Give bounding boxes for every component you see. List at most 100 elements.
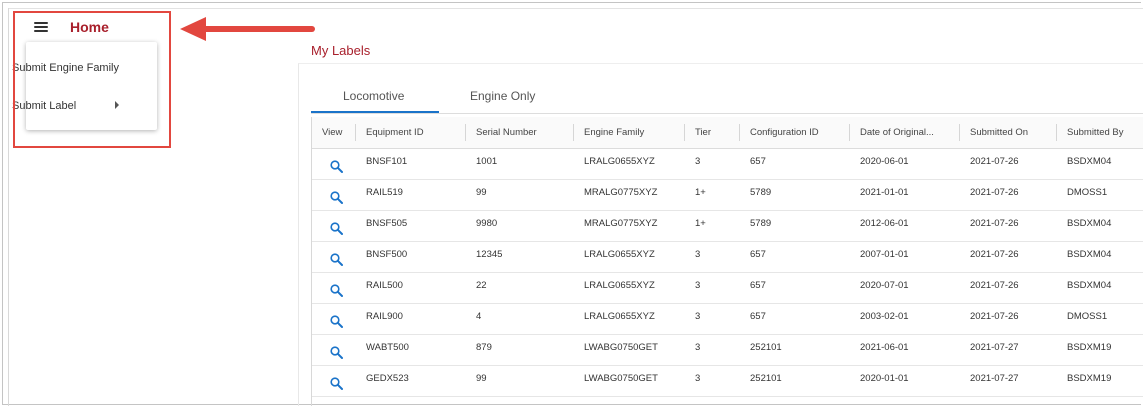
cell-submitted-on: 2021-07-26 (960, 241, 1057, 273)
cell-submitted-on: 2021-07-26 (960, 148, 1057, 180)
cell-tier: 1+ (685, 179, 740, 211)
cell-submitted-by: DMOSS1 (1057, 303, 1143, 335)
cell-serial-number: 99 (466, 179, 574, 211)
view-cell (312, 148, 356, 180)
cell-equipment-id: RAIL900 (356, 303, 466, 335)
column-header-equipment-id[interactable]: Equipment ID (356, 117, 466, 149)
labels-table-container: View Equipment ID Serial Number Engine F… (311, 117, 1143, 406)
cell-submitted-on: 2021-07-27 (960, 334, 1057, 366)
cell-submitted-by: BSDXM04 (1057, 241, 1143, 273)
top-divider (8, 8, 1143, 9)
cell-configuration-id: 657 (740, 303, 850, 335)
cell-submitted-by: DMOSS1 (1057, 179, 1143, 211)
cell-serial-number: 99 (466, 365, 574, 397)
cell-equipment-id: WABT500 (356, 334, 466, 366)
cell-configuration-id: 5789 (740, 179, 850, 211)
search-icon[interactable] (330, 160, 343, 176)
labels-table: View Equipment ID Serial Number Engine F… (312, 117, 1143, 397)
cell-tier: 3 (685, 334, 740, 366)
cell-date-of-original: 2020-07-01 (850, 272, 960, 304)
view-cell (312, 179, 356, 211)
annotation-arrow-icon (180, 17, 315, 41)
column-header-tier[interactable]: Tier (685, 117, 740, 149)
column-header-view[interactable]: View (312, 117, 356, 149)
cell-tier: 3 (685, 148, 740, 180)
cell-date-of-original: 2003-02-01 (850, 303, 960, 335)
cell-submitted-on: 2021-07-26 (960, 179, 1057, 211)
view-cell (312, 272, 356, 304)
cell-configuration-id: 657 (740, 148, 850, 180)
column-header-submitted-by[interactable]: Submitted By (1057, 117, 1143, 149)
cell-engine-family: MRALG0775XYZ (574, 179, 685, 211)
cell-submitted-by: BSDXM19 (1057, 334, 1143, 366)
table-body: BNSF101 1001 LRALG0655XYZ 3 657 2020-06-01 202… (312, 148, 1143, 397)
cell-serial-number: 9980 (466, 210, 574, 242)
cell-configuration-id: 5789 (740, 210, 850, 242)
cell-engine-family: LRALG0655XYZ (574, 148, 685, 180)
table-row: GEDX523 99 LWABG0750GET 3 252101 2020-01-01 20… (312, 365, 1143, 397)
cell-configuration-id: 657 (740, 241, 850, 273)
cell-equipment-id: BNSF505 (356, 210, 466, 242)
table-row: BNSF505 9980 MRALG0775XYZ 1+ 5789 2012-06-01 2… (312, 210, 1143, 242)
cell-engine-family: LRALG0655XYZ (574, 241, 685, 273)
search-icon[interactable] (330, 377, 343, 393)
view-cell (312, 241, 356, 273)
panel-title: My Labels (311, 43, 371, 58)
table-row: RAIL519 99 MRALG0775XYZ 1+ 5789 2021-01-01 202… (312, 179, 1143, 211)
cell-tier: 3 (685, 272, 740, 304)
tab-locomotive[interactable]: Locomotive (343, 89, 404, 103)
search-icon[interactable] (330, 191, 343, 207)
cell-serial-number: 12345 (466, 241, 574, 273)
search-icon[interactable] (330, 284, 343, 300)
cell-submitted-by: BSDXM04 (1057, 148, 1143, 180)
cell-submitted-by: BSDXM19 (1057, 365, 1143, 397)
left-divider (8, 8, 9, 406)
active-tab-indicator (311, 111, 439, 113)
search-icon[interactable] (330, 253, 343, 269)
cell-equipment-id: RAIL519 (356, 179, 466, 211)
cell-engine-family: MRALG0775XYZ (574, 210, 685, 242)
table-row: BNSF500 12345 LRALG0655XYZ 3 657 2007-01-01 20… (312, 241, 1143, 273)
cell-tier: 3 (685, 365, 740, 397)
search-icon[interactable] (330, 346, 343, 362)
cell-tier: 3 (685, 241, 740, 273)
view-cell (312, 334, 356, 366)
search-icon[interactable] (330, 315, 343, 331)
cell-submitted-on: 2021-07-27 (960, 365, 1057, 397)
column-header-configuration-id[interactable]: Configuration ID (740, 117, 850, 149)
cell-serial-number: 1001 (466, 148, 574, 180)
cell-tier: 1+ (685, 210, 740, 242)
cell-submitted-by: BSDXM04 (1057, 210, 1143, 242)
cell-date-of-original: 2007-01-01 (850, 241, 960, 273)
cell-engine-family: LWABG0750GET (574, 334, 685, 366)
cell-submitted-by: BSDXM04 (1057, 272, 1143, 304)
cell-engine-family: LWABG0750GET (574, 365, 685, 397)
cell-submitted-on: 2021-07-26 (960, 272, 1057, 304)
cell-serial-number: 879 (466, 334, 574, 366)
view-cell (312, 210, 356, 242)
cell-date-of-original: 2012-06-01 (850, 210, 960, 242)
search-icon[interactable] (330, 222, 343, 238)
table-row: BNSF101 1001 LRALG0655XYZ 3 657 2020-06-01 202… (312, 148, 1143, 180)
column-header-serial-number[interactable]: Serial Number (466, 117, 574, 149)
cell-configuration-id: 252101 (740, 334, 850, 366)
cell-date-of-original: 2021-06-01 (850, 334, 960, 366)
table-row: RAIL500 22 LRALG0655XYZ 3 657 2020-07-01 2021-… (312, 272, 1143, 304)
column-header-submitted-on[interactable]: Submitted On (960, 117, 1057, 149)
column-header-engine-family[interactable]: Engine Family (574, 117, 685, 149)
column-header-date-of-original[interactable]: Date of Original... (850, 117, 960, 149)
table-header-row: View Equipment ID Serial Number Engine F… (312, 117, 1143, 149)
cell-equipment-id: BNSF500 (356, 241, 466, 273)
cell-date-of-original: 2021-01-01 (850, 179, 960, 211)
tab-engine-only[interactable]: Engine Only (470, 89, 535, 103)
cell-serial-number: 4 (466, 303, 574, 335)
cell-equipment-id: RAIL500 (356, 272, 466, 304)
cell-equipment-id: BNSF101 (356, 148, 466, 180)
cell-tier: 3 (685, 303, 740, 335)
cell-serial-number: 22 (466, 272, 574, 304)
annotation-highlight-box (13, 11, 171, 148)
view-cell (312, 365, 356, 397)
view-cell (312, 303, 356, 335)
cell-engine-family: LRALG0655XYZ (574, 303, 685, 335)
cell-date-of-original: 2020-06-01 (850, 148, 960, 180)
